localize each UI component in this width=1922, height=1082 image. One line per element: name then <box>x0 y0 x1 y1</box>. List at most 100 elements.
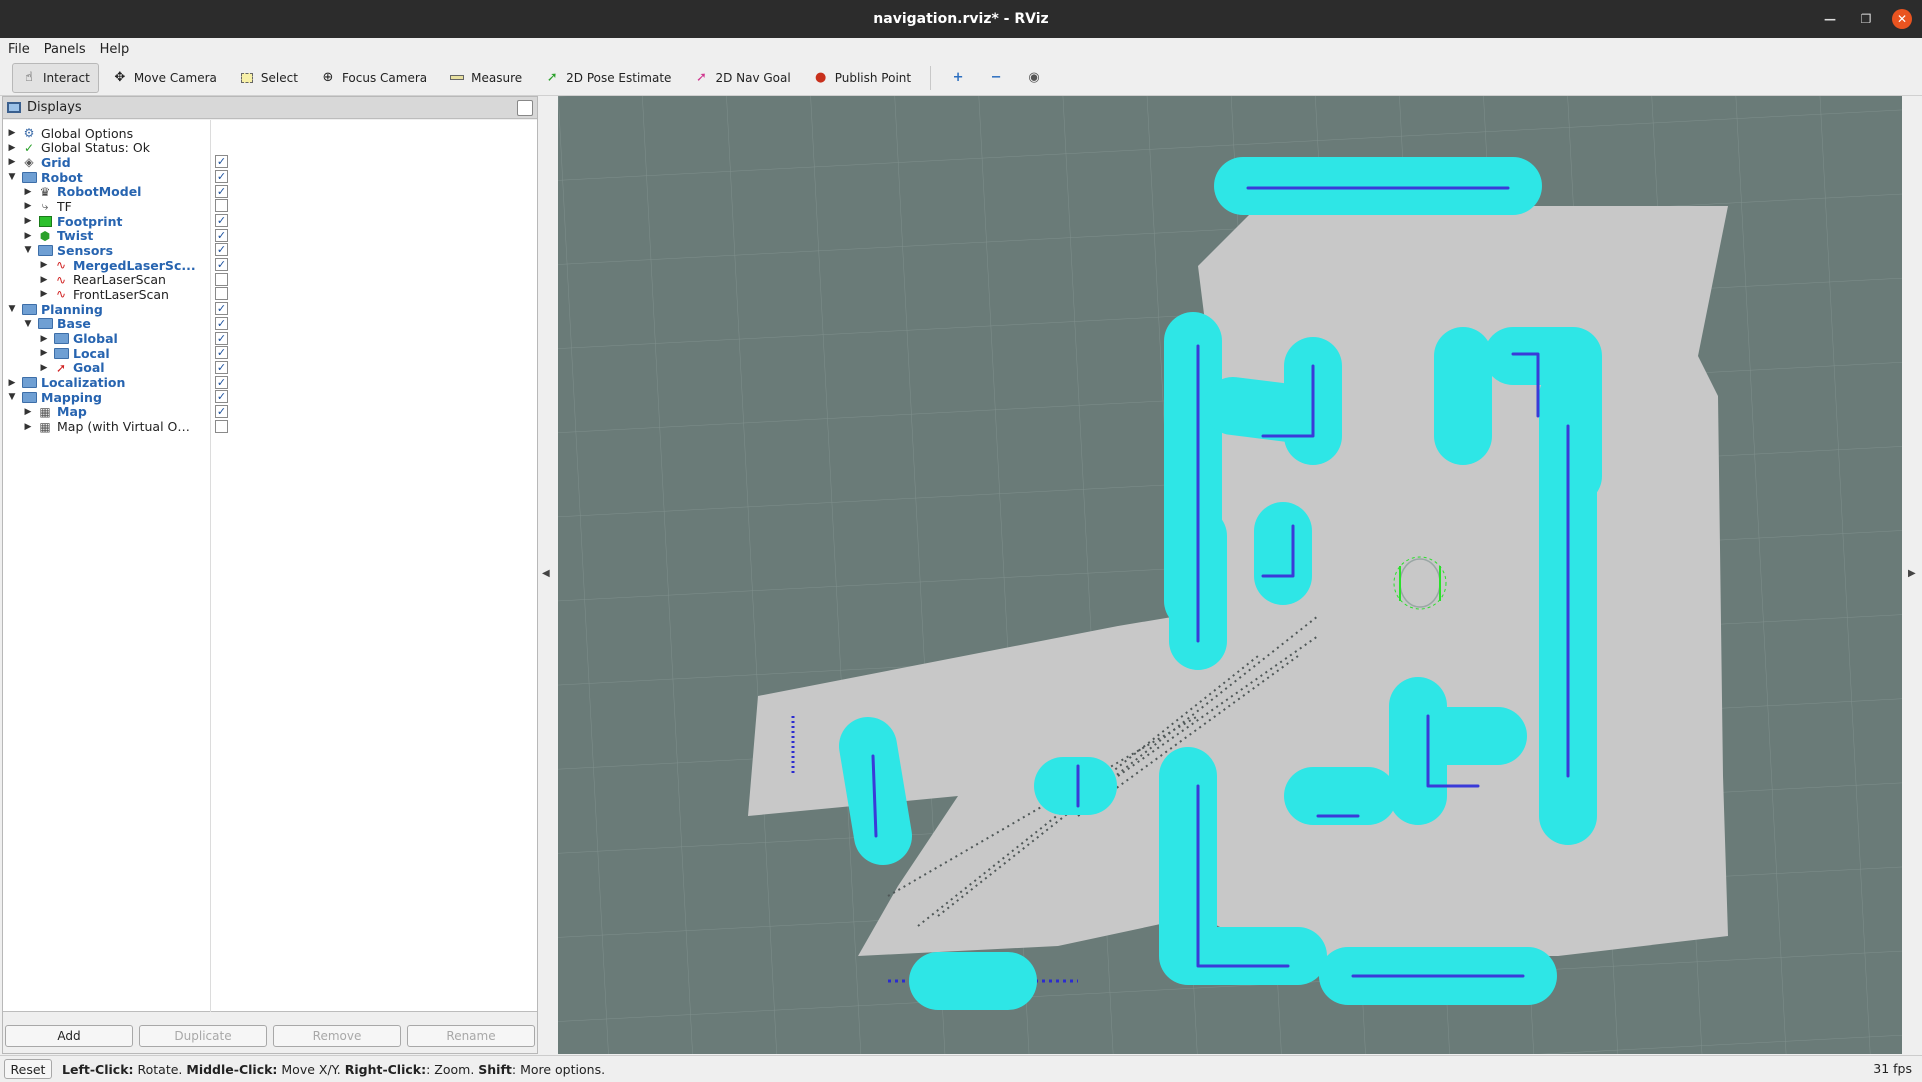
display-item[interactable]: ▶ ▦ Map (with Virtual Ob... <box>3 418 537 436</box>
display-enable-checkbox[interactable]: ✓ <box>215 360 228 374</box>
undock-icon[interactable] <box>517 100 533 116</box>
expand-right-icon[interactable]: ▶ <box>39 348 49 358</box>
expand-right-icon[interactable]: ▶ <box>7 157 17 167</box>
display-enable-checkbox[interactable] <box>215 287 228 301</box>
publish-point-label: Publish Point <box>834 70 912 85</box>
expand-right-icon[interactable]: ▶ <box>7 143 17 153</box>
title-bar: navigation.rviz* - RViz — ❐ ✕ <box>0 0 1922 38</box>
expand-down-icon[interactable]: ▼ <box>7 392 17 402</box>
panel-buttons: Add Duplicate Remove Rename <box>3 1019 537 1053</box>
displays-tree: ▶ ⚙ Global Options ▶ ✓ Global Status: Ok ▶ ◈ Gri… <box>3 120 537 1012</box>
display-enable-checkbox[interactable]: ✓ <box>215 331 228 345</box>
menu-panels[interactable]: Panels <box>44 42 86 57</box>
pose-estimate-button[interactable]: ➚ 2D Pose Estimate <box>535 63 680 93</box>
displays-panel: Displays ▶ ⚙ Global Options ▶ ✓ Global Status… <box>2 96 538 1054</box>
expand-right-icon[interactable]: ▶ <box>23 187 33 197</box>
display-enable-checkbox[interactable]: ✓ <box>215 155 228 169</box>
pose-estimate-label: 2D Pose Estimate <box>566 70 672 85</box>
hand-icon: ☝ <box>25 70 33 85</box>
display-enable-checkbox[interactable]: ✓ <box>215 302 228 316</box>
expand-right-icon[interactable]: ▶ <box>23 231 33 241</box>
collapse-left-icon[interactable]: ◀ <box>542 568 550 579</box>
hint-right-key: Right-Click: <box>344 1061 427 1077</box>
remove-tool-button[interactable]: − <box>979 63 1013 93</box>
hint-right-text: : Zoom. <box>426 1061 479 1077</box>
expand-right-icon[interactable]: ▶ <box>39 289 49 299</box>
display-enable-checkbox[interactable] <box>215 419 228 433</box>
expand-right-icon[interactable]: ▶ <box>23 407 33 417</box>
hint-middle-text: Move X/Y. <box>277 1061 345 1077</box>
rename-button[interactable]: Rename <box>407 1025 535 1047</box>
expand-down-icon[interactable]: ▼ <box>7 304 17 314</box>
expand-right-icon[interactable]: ▶ <box>39 275 49 285</box>
render-view[interactable] <box>558 96 1902 1054</box>
move-camera-icon: ✥ <box>114 70 126 85</box>
display-enable-checkbox[interactable]: ✓ <box>215 170 228 184</box>
expand-right-icon[interactable]: ▶ <box>39 363 49 373</box>
focus-camera-button[interactable]: ⊕ Focus Camera <box>311 63 436 93</box>
interact-button[interactable]: ☝ Interact <box>12 62 99 93</box>
select-button[interactable]: Select <box>230 63 307 93</box>
nav-goal-label: 2D Nav Goal <box>715 70 791 85</box>
add-tool-button[interactable]: + <box>941 63 975 93</box>
status-bar: Reset Left-Click: Rotate. Middle-Click: … <box>0 1055 1922 1082</box>
add-button[interactable]: Add <box>5 1025 133 1047</box>
display-enable-checkbox[interactable] <box>215 199 228 213</box>
move-camera-label: Move Camera <box>133 70 217 85</box>
view-options-button[interactable]: ◉ <box>1017 63 1051 93</box>
display-enable-checkbox[interactable]: ✓ <box>215 375 228 389</box>
hint-shift-text: : More options. <box>511 1061 606 1077</box>
expand-right-icon[interactable]: ▶ <box>39 260 49 270</box>
map-scene[interactable] <box>558 96 1902 1054</box>
expand-right-icon[interactable]: ▶ <box>23 201 33 211</box>
duplicate-button[interactable]: Duplicate <box>139 1025 267 1047</box>
select-label: Select <box>260 70 298 85</box>
measure-button[interactable]: Measure <box>440 63 531 93</box>
hint-left-key: Left-Click: <box>62 1061 134 1077</box>
mouse-hint: Left-Click: Rotate. Middle-Click: Move X… <box>62 1062 605 1077</box>
menu-help[interactable]: Help <box>100 42 130 57</box>
hint-shift-key: Shift <box>478 1061 512 1077</box>
hint-left-text: Rotate. <box>133 1061 187 1077</box>
green-arrow-icon: ➚ <box>546 70 558 85</box>
expand-down-icon[interactable]: ▼ <box>23 319 33 329</box>
displays-header: Displays <box>3 97 537 119</box>
focus-camera-icon: ⊕ <box>322 70 334 85</box>
expand-down-icon[interactable]: ▼ <box>7 172 17 182</box>
expand-right-icon[interactable]: ▶ <box>23 422 33 432</box>
display-enable-checkbox[interactable]: ✓ <box>215 404 228 418</box>
expand-right-icon[interactable]: ▶ <box>23 216 33 226</box>
displays-title: Displays <box>27 100 82 115</box>
nav-goal-button[interactable]: ➚ 2D Nav Goal <box>684 63 799 93</box>
display-enable-checkbox[interactable]: ✓ <box>215 184 228 198</box>
fps-counter: 31 fps <box>1873 1061 1912 1076</box>
restore-icon[interactable]: ❐ <box>1856 9 1876 29</box>
remove-button[interactable]: Remove <box>273 1025 401 1047</box>
display-enable-checkbox[interactable]: ✓ <box>215 258 228 272</box>
display-item-label: Map (with Virtual Ob... <box>57 419 197 435</box>
expand-right-icon[interactable]: ▶ <box>7 378 17 388</box>
display-enable-checkbox[interactable]: ✓ <box>215 228 228 242</box>
close-icon[interactable]: ✕ <box>1892 9 1912 29</box>
expand-right-icon[interactable]: ▶ <box>7 128 17 138</box>
display-enable-checkbox[interactable] <box>215 272 228 286</box>
move-camera-button[interactable]: ✥ Move Camera <box>103 63 226 93</box>
plus-icon: + <box>952 70 964 85</box>
toolbar: ☝ Interact ✥ Move Camera Select ⊕ Focus … <box>0 60 1922 96</box>
display-enable-checkbox[interactable]: ✓ <box>215 346 228 360</box>
collapse-right-icon[interactable]: ▶ <box>1908 568 1916 579</box>
focus-camera-label: Focus Camera <box>341 70 428 85</box>
expand-right-icon[interactable]: ▶ <box>39 334 49 344</box>
select-icon <box>239 70 255 86</box>
display-enable-checkbox[interactable]: ✓ <box>215 243 228 257</box>
display-enable-checkbox[interactable]: ✓ <box>215 390 228 404</box>
minimize-icon[interactable]: — <box>1820 9 1840 29</box>
menu-file[interactable]: File <box>8 42 30 57</box>
display-enable-checkbox[interactable]: ✓ <box>215 214 228 228</box>
reset-button[interactable]: Reset <box>4 1059 52 1079</box>
publish-point-button[interactable]: ● Publish Point <box>804 63 920 93</box>
menu-bar: File Panels Help <box>0 38 1922 60</box>
display-enable-checkbox[interactable]: ✓ <box>215 316 228 330</box>
minus-icon: − <box>990 70 1002 85</box>
expand-down-icon[interactable]: ▼ <box>23 245 33 255</box>
